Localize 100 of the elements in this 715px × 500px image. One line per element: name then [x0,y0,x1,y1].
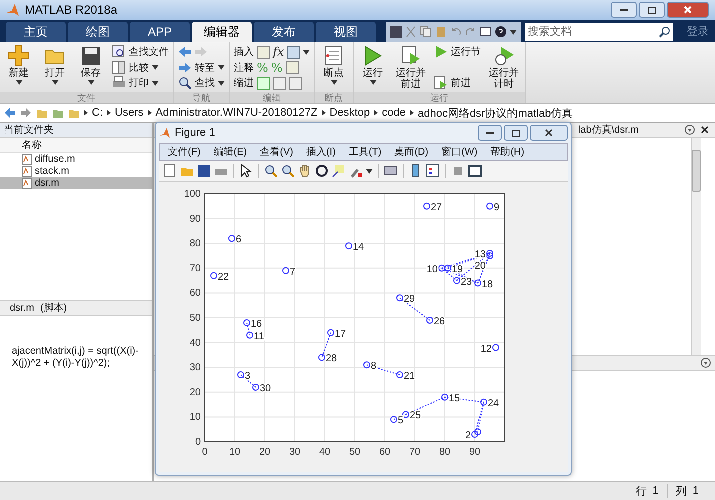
file-row[interactable]: diffuse.m [0,153,152,165]
folder-icon [52,107,64,119]
ribbon-button[interactable]: 运行并前进 [394,45,428,92]
data-point [210,272,218,280]
point-label: 5 [398,416,404,427]
minimize-button[interactable] [478,125,502,141]
ribbon-button[interactable]: 运行 [358,45,388,92]
figure-title: Figure 1 [175,127,216,139]
ribbon-tab[interactable]: 主页 [6,22,66,42]
editor-tab[interactable]: lab仿真\dsr.m [578,123,639,137]
menu-item[interactable]: 编辑(E) [214,145,248,159]
ribbon-tab[interactable]: APP [130,22,190,42]
menu-item[interactable]: 帮助(H) [490,145,525,159]
close-button[interactable] [667,2,709,18]
zoom-out-icon[interactable] [281,164,295,178]
link-line [246,322,250,336]
data-point [318,354,326,362]
path-segment[interactable]: code [382,107,406,119]
chevron-icon [148,110,152,116]
close-button[interactable] [530,125,568,141]
data-point [474,280,482,287]
ribbon-button[interactable]: 前进 [434,76,482,90]
ribbon-button[interactable]: 打印 [112,76,169,90]
menu-item[interactable]: 窗口(W) [442,145,478,159]
data-cursor-icon[interactable] [332,164,346,178]
point-label: 3 [245,371,251,382]
file-row[interactable]: stack.m [0,165,152,177]
data-point [442,394,448,401]
ribbon-tab[interactable]: 编辑器 [192,22,252,42]
caret-icon [303,50,310,54]
login-link[interactable]: 登录 [687,24,709,39]
point-label: 24 [488,398,500,410]
maximize-button[interactable] [639,2,665,18]
details-subtitle: (脚本) [40,302,68,315]
ribbon-button[interactable]: 运行节 [434,45,482,59]
clipboard-icon [435,26,447,38]
menu-item[interactable]: 工具(T) [348,145,382,159]
path-segment[interactable]: C: [92,107,103,119]
ribbon-button[interactable]: 运行并计时 [487,45,522,92]
hand-icon[interactable] [298,164,312,178]
new-file-icon[interactable] [163,164,177,178]
scrollbar[interactable] [691,138,701,355]
ribbon-tab[interactable]: 视图 [316,22,376,42]
ribbon-button[interactable]: 新建 [4,45,34,92]
play-clock-icon [493,45,516,67]
x-tick-label: 10 [229,447,241,458]
redo-icon [465,26,477,38]
path-segment[interactable]: Users [115,107,144,119]
caret-icon [152,65,159,70]
chevron-icon [410,110,414,116]
address-bar[interactable]: C: Users Administrator.WIN7U-20180127Z Desktop code adhoc网络dsr协议的matlab仿真 [0,104,715,123]
search-field[interactable]: 搜索文档 [525,23,673,41]
document-play-icon [400,45,422,67]
ribbon-button[interactable]: 插入 fx [234,45,310,59]
menu-item[interactable]: 桌面(D) [394,145,429,159]
close-icon [701,126,709,134]
pointer-icon[interactable] [239,164,253,178]
ribbon-button[interactable]: 注释 % % [234,60,310,74]
point-label: 11 [254,331,264,342]
data-point [402,411,410,418]
menu-item[interactable]: 文件(F) [168,145,201,159]
ribbon-tab[interactable]: 绘图 [68,22,128,42]
file-row[interactable]: dsr.m [0,177,152,189]
minimize-button[interactable] [611,2,637,18]
ribbon-tab[interactable]: 发布 [254,22,314,42]
ribbon-button[interactable]: 缩进 [234,76,310,90]
path-segment[interactable]: adhoc网络dsr协议的matlab仿真 [418,106,574,120]
point-label: 25 [410,410,422,422]
ribbon-button[interactable]: 查找 [178,76,225,90]
path-segment[interactable]: Administrator.WIN7U-20180127Z [156,107,318,119]
ribbon-button[interactable]: 打开 [40,45,70,92]
caret-icon [330,80,338,85]
x-tick-label: 50 [349,447,361,458]
maximize-button[interactable] [504,125,528,141]
ribbon-button[interactable]: 比较 [112,60,169,74]
x-tick-label: 60 [379,447,391,458]
data-point [228,235,236,242]
row-label: 行 [636,484,647,498]
ribbon-button[interactable]: 保存 [76,45,106,92]
rotate-icon[interactable] [315,164,329,178]
ribbon-button[interactable]: 断点 [319,45,350,92]
legend-icon[interactable] [426,164,440,178]
caret-icon [366,168,373,174]
caret-icon [52,80,58,85]
y-tick-label: 70 [190,263,201,274]
indent-icon [289,76,302,90]
ribbon-button[interactable]: 转至 [178,60,225,74]
y-tick-label: 50 [190,313,201,324]
zoom-in-icon[interactable] [264,164,278,178]
group-title: 断点 [315,92,354,103]
show-tools-icon[interactable] [468,164,482,178]
point-label: 2 [465,430,471,442]
link-plot-icon[interactable] [384,164,398,178]
menu-item[interactable]: 查看(V) [260,145,294,159]
path-segment[interactable]: Desktop [330,107,370,119]
point-label: 19 [452,264,464,276]
y-tick-label: 10 [190,412,201,424]
ribbon-button[interactable]: 查找文件 [112,45,169,59]
column-header[interactable]: 名称 [0,138,152,153]
menu-item[interactable]: 插入(I) [306,145,336,159]
